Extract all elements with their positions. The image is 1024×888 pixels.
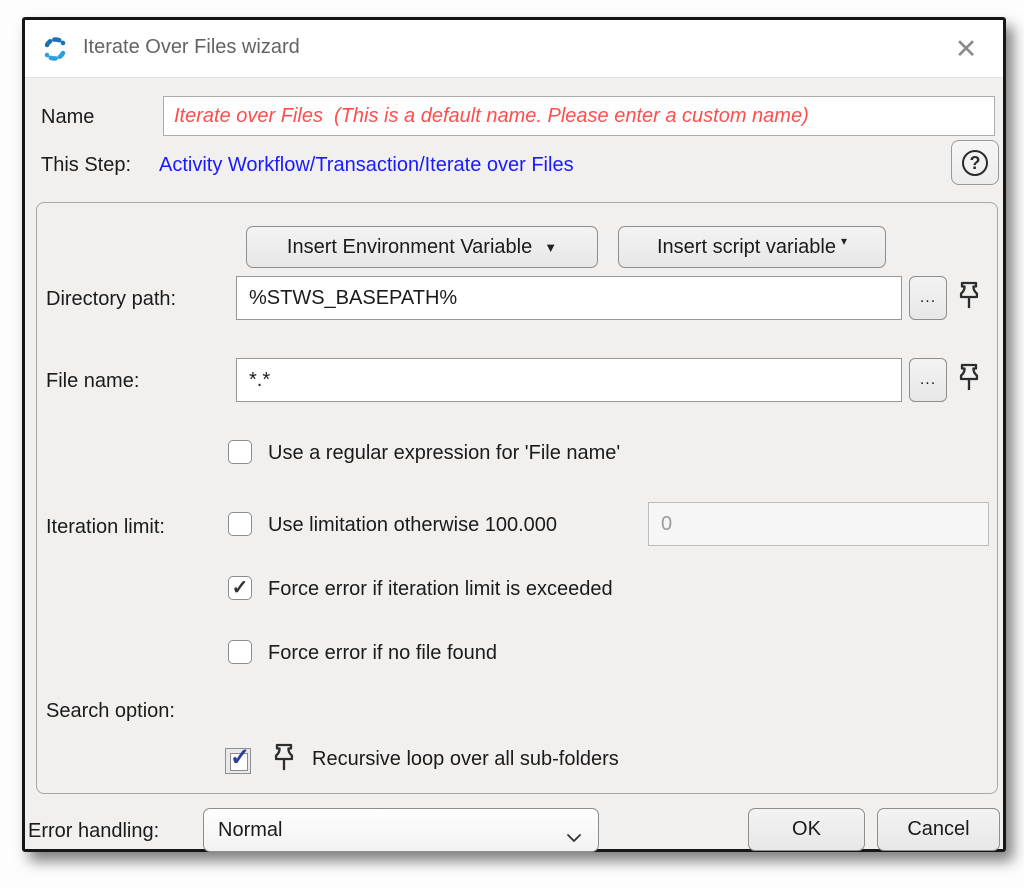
force-error-no-file-label: Force error if no file found [268,642,497,665]
search-option-label: Search option: [46,700,175,723]
close-icon[interactable]: ✕ [947,30,985,68]
chevron-down-icon [566,826,582,849]
iteration-limit-value-input [648,502,989,546]
insert-env-label: Insert Environment Variable [287,236,532,259]
use-limitation-checkbox[interactable]: ✓ [228,512,252,536]
insert-script-label: Insert script variable [657,236,836,259]
pin-icon[interactable] [955,362,983,396]
insert-environment-variable-button[interactable]: Insert Environment Variable ▼ [246,226,598,268]
check-icon: ✓ [230,746,250,770]
iteration-limit-label: Iteration limit: [46,516,165,539]
regex-checkbox[interactable]: ✓ [228,440,252,464]
regex-checkbox-label: Use a regular expression for 'File name' [268,442,620,465]
step-path-link[interactable]: Activity Workflow/Transaction/Iterate ov… [159,154,574,177]
recursive-checkbox[interactable]: ✓ [225,748,251,774]
directory-path-input[interactable] [236,276,902,320]
chevron-down-icon: ▼ [544,240,557,255]
error-handling-value: Normal [218,819,282,842]
name-input[interactable] [163,96,995,136]
screenshot-stage: Iterate Over Files wizard ✕ Name This St… [0,0,1024,888]
error-handling-select[interactable]: Normal [203,808,599,852]
force-error-limit-label: Force error if iteration limit is exceed… [268,578,613,601]
help-button[interactable]: ? [951,140,999,185]
pin-icon[interactable] [955,280,983,314]
cancel-button[interactable]: Cancel [877,808,1000,851]
force-error-no-file-checkbox[interactable]: ✓ [228,640,252,664]
directory-browse-button[interactable]: ... [909,276,947,320]
force-error-limit-checkbox[interactable]: ✓ [228,576,252,600]
use-limitation-label: Use limitation otherwise 100.000 [268,514,557,537]
file-name-label: File name: [46,370,139,393]
insert-script-variable-button[interactable]: Insert script variable ▾ [618,226,886,268]
recursive-checkbox-label: Recursive loop over all sub-folders [312,748,619,771]
iterate-over-files-dialog: Iterate Over Files wizard ✕ Name This St… [22,17,1006,852]
this-step-label: This Step: [41,154,131,177]
name-label: Name [41,106,94,129]
error-handling-label: Error handling: [28,820,159,843]
file-name-input[interactable] [236,358,902,402]
pin-icon[interactable] [270,742,298,776]
ok-button[interactable]: OK [748,808,865,851]
loop-wizard-icon [41,35,69,63]
title-bar: Iterate Over Files wizard ✕ [25,20,1003,78]
check-icon: ✓ [232,578,249,598]
help-icon: ? [962,150,988,176]
file-browse-button[interactable]: ... [909,358,947,402]
directory-path-label: Directory path: [46,288,176,311]
chevron-down-icon: ▾ [841,234,847,248]
window-title: Iterate Over Files wizard [83,36,300,59]
